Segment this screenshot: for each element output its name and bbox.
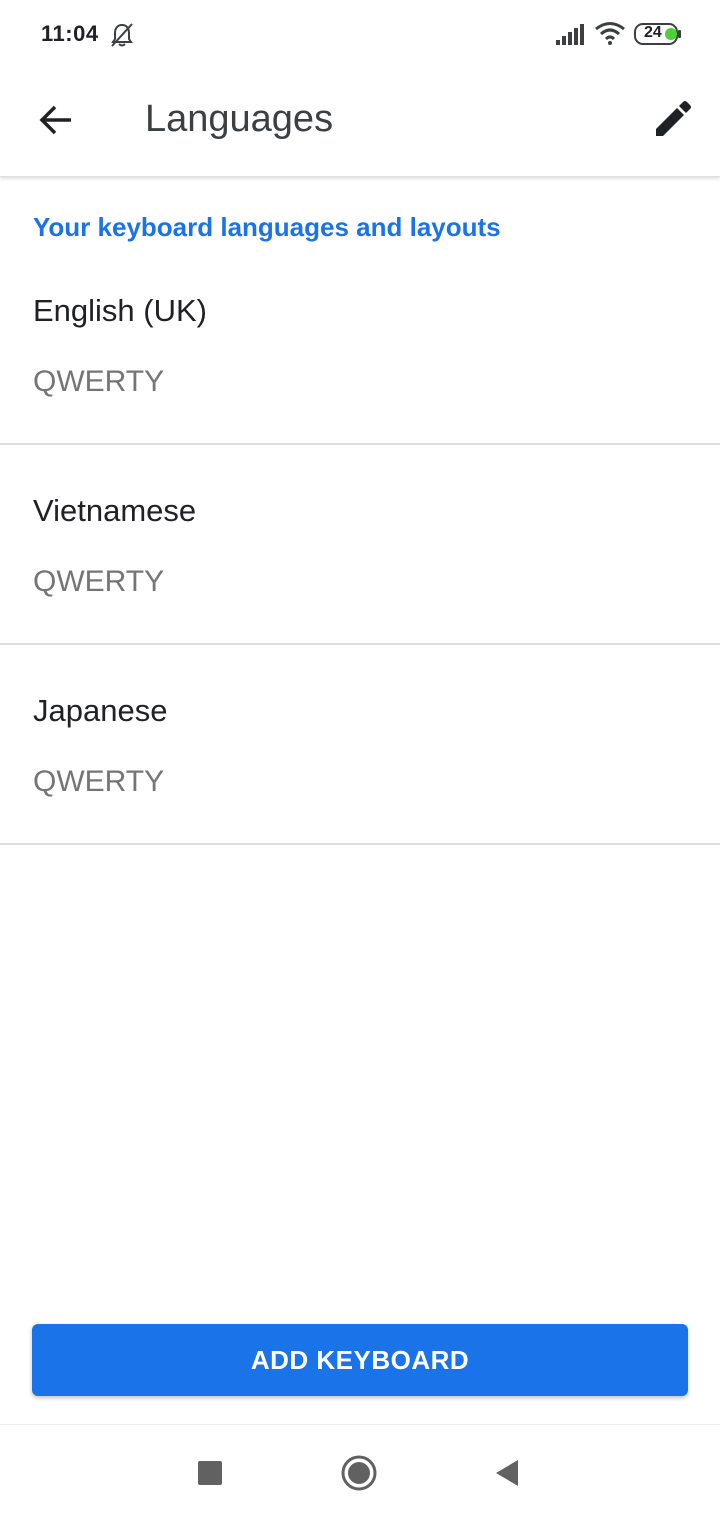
back-button[interactable] [26, 90, 86, 150]
add-keyboard-button[interactable]: ADD KEYBOARD [32, 1324, 688, 1396]
language-name: Japanese [33, 693, 168, 728]
language-name: English (UK) [33, 293, 207, 328]
edit-button[interactable] [642, 90, 702, 150]
language-list: English (UK) QWERTY Vietnamese QWERTY Ja… [0, 265, 720, 845]
language-layout: QWERTY [33, 365, 165, 398]
signal-icon [556, 24, 584, 45]
recents-square-icon[interactable] [198, 1461, 222, 1485]
language-item-japanese[interactable]: Japanese QWERTY [0, 645, 720, 845]
language-layout: QWERTY [33, 565, 165, 598]
arrow-back-icon [39, 105, 71, 135]
pencil-icon [656, 101, 691, 136]
system-nav-bar [0, 1424, 720, 1521]
status-time: 11:04 [41, 21, 99, 46]
section-header: Your keyboard languages and layouts [33, 212, 501, 242]
home-circle-icon[interactable] [341, 1455, 377, 1491]
battery-level: 24 [644, 24, 662, 41]
status-bar: 11:04 24 [0, 0, 720, 70]
back-triangle-icon[interactable] [494, 1458, 520, 1488]
language-name: Vietnamese [33, 493, 197, 528]
app-bar: Languages [0, 70, 720, 177]
language-item-vietnamese[interactable]: Vietnamese QWERTY [0, 445, 720, 645]
language-layout: QWERTY [33, 765, 165, 798]
mute-bell-icon [111, 23, 133, 47]
wifi-icon [595, 22, 625, 45]
language-item-english-uk[interactable]: English (UK) QWERTY [0, 265, 720, 445]
page-title: Languages [145, 98, 334, 140]
